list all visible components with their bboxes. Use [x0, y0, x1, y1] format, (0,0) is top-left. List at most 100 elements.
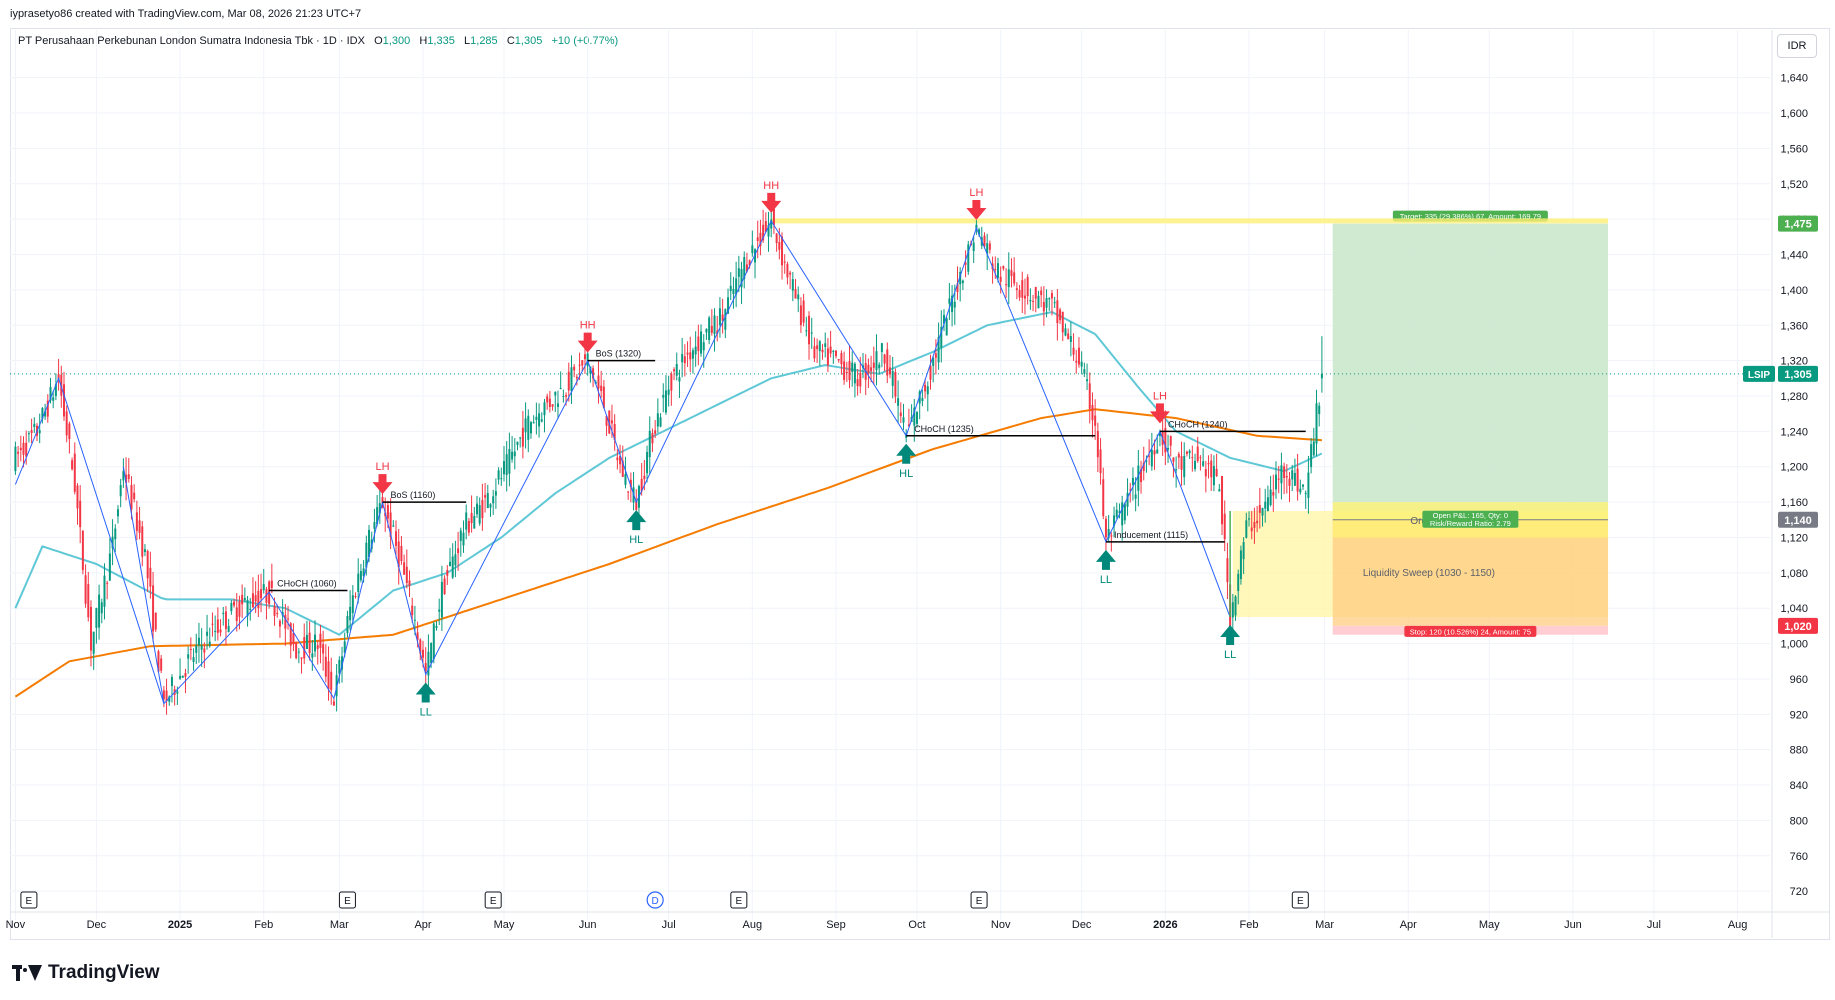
candle-body — [475, 503, 478, 515]
candle-body — [581, 360, 584, 366]
candle-body — [681, 354, 684, 363]
candle-body — [670, 373, 673, 391]
candle-body — [1177, 453, 1180, 458]
candle-body — [1156, 449, 1159, 454]
time-tick-label: Mar — [1315, 919, 1334, 931]
candle-body — [170, 676, 173, 687]
candle-body — [197, 637, 200, 646]
candle-body — [1104, 518, 1107, 538]
candle-body — [189, 648, 192, 650]
candle-body — [1296, 468, 1299, 492]
candle-body — [432, 623, 435, 660]
time-tick-label: Aug — [1728, 919, 1748, 931]
candle-body — [287, 618, 290, 620]
candle-body — [826, 348, 829, 366]
candle-body — [708, 317, 711, 340]
candle-body — [673, 369, 676, 372]
candle-body — [1032, 300, 1035, 302]
candle-body — [1037, 295, 1040, 309]
price-chart[interactable]: Order BlockLiquidity Sweep (1030 - 1150)… — [0, 0, 1835, 1000]
candle-body — [224, 611, 227, 630]
candle-body — [880, 343, 883, 352]
candle-body — [1196, 446, 1199, 462]
candle-body — [192, 657, 195, 662]
price-tag: 1,140 — [1784, 515, 1812, 527]
candle-body — [492, 496, 495, 504]
candle-body — [176, 691, 179, 694]
candle-body — [789, 272, 792, 275]
candle-body — [751, 245, 754, 254]
candle-body — [781, 236, 784, 266]
candle-body — [292, 632, 295, 645]
candle-body — [700, 331, 703, 354]
candle-body — [106, 582, 109, 584]
price-tick-label: 720 — [1790, 886, 1808, 898]
candle-body — [802, 300, 805, 323]
candle-body — [929, 365, 932, 380]
candle-body — [314, 634, 317, 652]
candle-body — [295, 642, 298, 659]
candle-body — [1288, 478, 1291, 486]
candle-body — [359, 570, 362, 581]
candle-body — [1275, 474, 1278, 490]
pivot-label: HL — [899, 468, 913, 480]
candle-body — [427, 651, 430, 676]
earnings-marker-label: E — [735, 896, 742, 907]
candle-body — [1272, 492, 1275, 496]
candle-body — [195, 645, 198, 653]
candle-body — [395, 531, 398, 546]
candle-body — [540, 419, 543, 422]
candle-body — [521, 427, 524, 447]
candle-body — [1077, 347, 1080, 365]
candle-body — [273, 605, 276, 616]
time-tick-label: Nov — [991, 919, 1011, 931]
candle-body — [68, 423, 71, 440]
candle-body — [233, 601, 236, 606]
candle-body — [532, 422, 535, 424]
candle-body — [1167, 448, 1170, 450]
price-tick-label: 1,240 — [1780, 426, 1808, 438]
time-tick-label: Feb — [1240, 919, 1259, 931]
candle-body — [87, 584, 90, 618]
candle-body — [867, 364, 870, 374]
candle-body — [1102, 479, 1105, 517]
candle-body — [230, 602, 233, 612]
candle-body — [551, 404, 554, 407]
candle-body — [1256, 520, 1259, 524]
candle-body — [1005, 284, 1008, 286]
earnings-marker-label: E — [26, 896, 33, 907]
candle-body — [351, 595, 354, 614]
candle-body — [408, 580, 411, 586]
candle-body — [996, 263, 999, 278]
candle-body — [1064, 328, 1067, 336]
candle-body — [154, 612, 157, 630]
candle-body — [149, 567, 152, 587]
candle-body — [1067, 333, 1070, 339]
candle-body — [583, 354, 586, 360]
candle-body — [33, 423, 36, 428]
candle-body — [405, 566, 408, 583]
candle-body — [430, 643, 433, 664]
candle-body — [953, 301, 956, 308]
candle-body — [756, 237, 759, 241]
candle-body — [1026, 277, 1029, 297]
candle-body — [1299, 488, 1302, 493]
candle-body — [19, 447, 22, 451]
pivot-arrow-down-icon — [761, 192, 782, 213]
tradingview-logo[interactable]: TradingView — [12, 962, 160, 984]
candle-body — [511, 451, 514, 460]
structure-label: BoS (1320) — [596, 349, 642, 359]
candle-body — [1304, 493, 1307, 495]
candle-body — [1061, 311, 1064, 333]
candle-body — [227, 625, 230, 633]
candle-body — [848, 361, 851, 381]
candle-body — [346, 616, 349, 633]
candle-body — [206, 631, 209, 636]
candle-body — [322, 644, 325, 654]
candle-body — [694, 346, 697, 355]
candle-body — [79, 500, 82, 528]
candle-body — [508, 448, 511, 474]
candle-body — [729, 285, 732, 291]
candle-body — [1185, 451, 1188, 454]
candle-body — [52, 397, 55, 401]
